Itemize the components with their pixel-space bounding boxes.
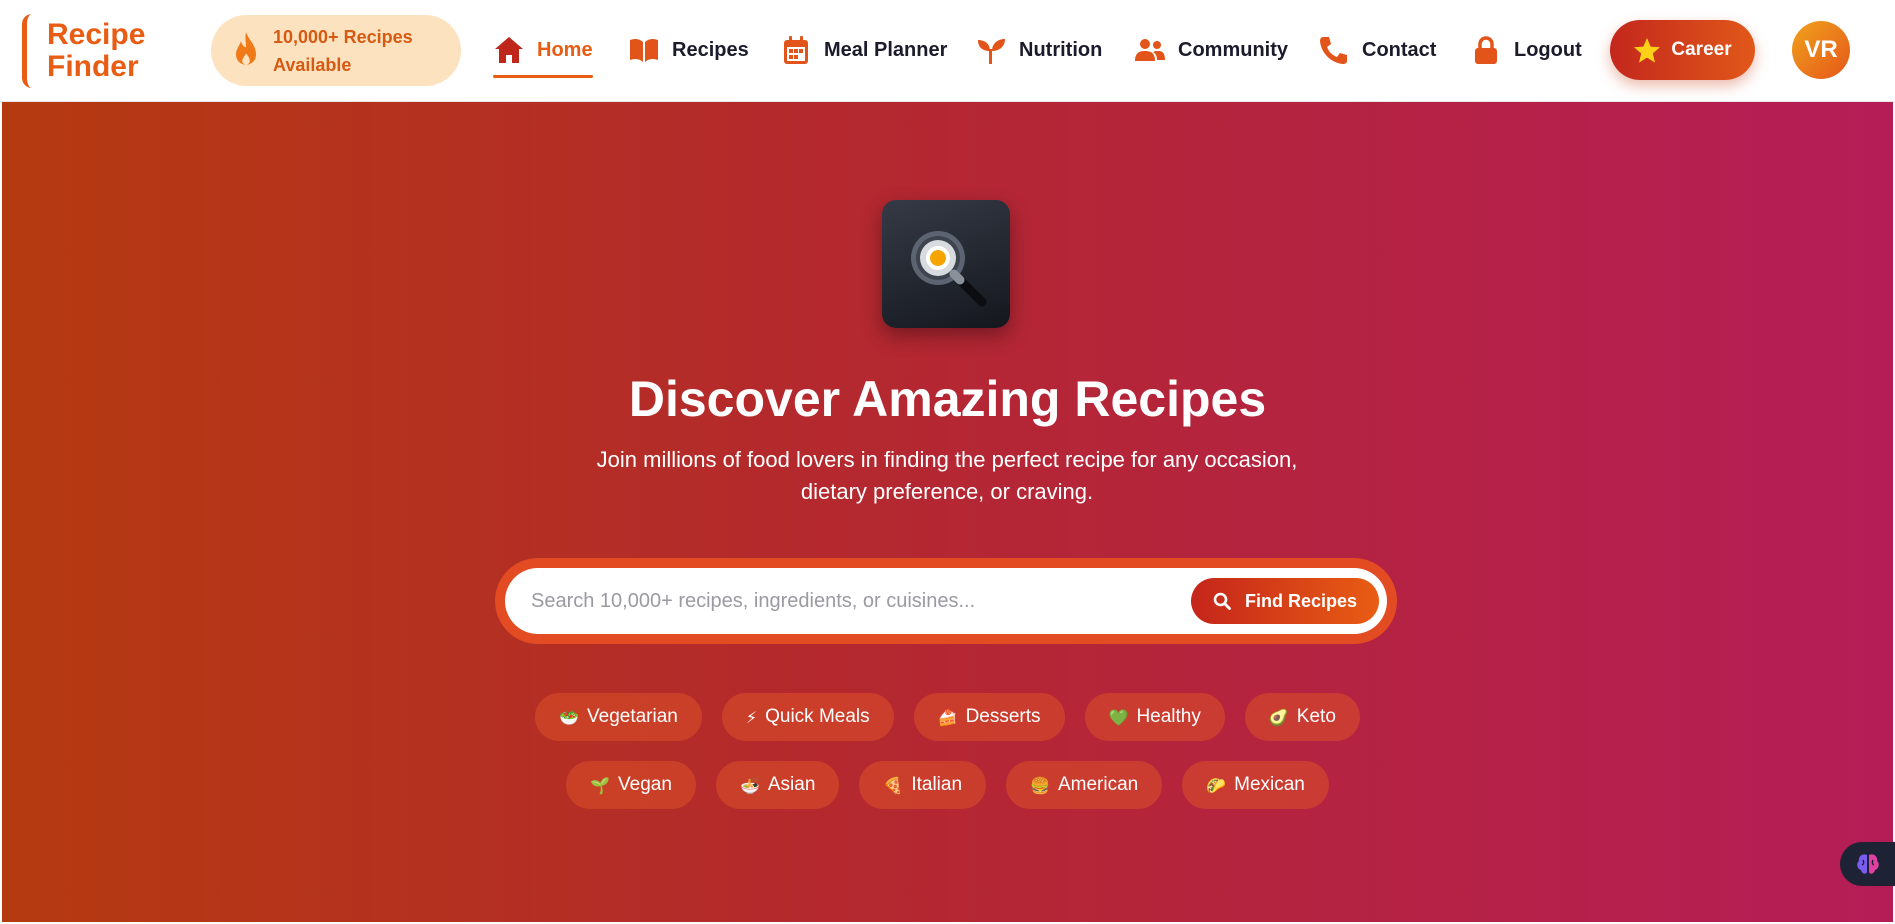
seedling-icon <box>975 34 1007 66</box>
tag-label: Healthy <box>1136 706 1201 727</box>
cake-icon: 🍰 <box>937 707 958 727</box>
nav-item-meal-planner[interactable]: Meal Planner <box>780 30 947 70</box>
search-input[interactable] <box>531 581 1171 621</box>
tag-label: Desserts <box>965 706 1041 727</box>
users-icon <box>1134 34 1166 66</box>
tag-keto[interactable]: 🥑 Keto <box>1244 693 1360 741</box>
tag-label: Vegetarian <box>587 706 678 727</box>
hero-subtitle-line-1: Join millions of food lovers in finding … <box>596 447 1298 472</box>
assistant-floating-button[interactable] <box>1840 842 1895 886</box>
frying-pan-search-icon <box>882 200 1010 328</box>
nav-item-recipes[interactable]: Recipes <box>628 30 749 70</box>
nav-label-contact: Contact <box>1362 38 1437 61</box>
tag-row-2: 🌱 Vegan 🍜 Asian 🍕 Italian 🍔 American 🌮 M… <box>2 761 1893 809</box>
tag-label: American <box>1057 774 1139 795</box>
nav-label-meal-planner: Meal Planner <box>824 38 948 61</box>
nav-item-contact[interactable]: Contact <box>1318 30 1436 70</box>
home-icon <box>493 34 525 66</box>
nav-label-community: Community <box>1178 38 1288 61</box>
seedling-icon: 🌱 <box>590 775 611 795</box>
pizza-icon: 🍕 <box>883 775 904 795</box>
lightning-icon: ⚡ <box>745 707 758 727</box>
avatar[interactable]: VR <box>1792 21 1850 79</box>
tag-row-1: 🥗 Vegetarian ⚡ Quick Meals 🍰 Desserts 💚 … <box>2 693 1893 741</box>
avocado-icon: 🥑 <box>1268 707 1289 727</box>
career-button[interactable]: Career <box>1610 20 1755 80</box>
tag-vegetarian[interactable]: 🥗 Vegetarian <box>535 693 702 741</box>
nav-label-logout: Logout <box>1514 38 1582 61</box>
tag-asian[interactable]: 🍜 Asian <box>715 761 840 809</box>
nav-label-home: Home <box>537 38 593 61</box>
career-label: Career <box>1671 39 1732 60</box>
tag-healthy[interactable]: 💚 Healthy <box>1084 693 1225 741</box>
hero-subtitle: Join millions of food lovers in finding … <box>562 444 1332 508</box>
noodles-icon: 🍜 <box>739 775 760 795</box>
book-icon <box>628 34 660 66</box>
tag-label: Italian <box>911 774 963 795</box>
nav-item-logout[interactable]: Logout <box>1470 30 1582 70</box>
star-icon <box>1634 37 1661 63</box>
hero-subtitle-line-2: dietary preference, or craving. <box>800 479 1094 504</box>
tag-american[interactable]: 🍔 American <box>1006 761 1163 809</box>
tag-label: Keto <box>1296 706 1336 727</box>
burger-icon: 🍔 <box>1030 775 1050 795</box>
tag-vegan[interactable]: 🌱 Vegan <box>566 761 696 809</box>
salad-icon: 🥗 <box>559 707 580 727</box>
nav-label-nutrition: Nutrition <box>1019 38 1103 61</box>
hero-title: Discover Amazing Recipes <box>628 371 1267 427</box>
tag-desserts[interactable]: 🍰 Desserts <box>913 693 1065 741</box>
top-navbar: Recipe Finder 10,000+ Recipes Available … <box>0 0 1895 102</box>
green-heart-icon: 💚 <box>1108 707 1129 727</box>
search-box: Find Recipes <box>505 568 1387 634</box>
tag-label: Quick Meals <box>765 706 870 727</box>
find-recipes-button[interactable]: Find Recipes <box>1191 578 1379 624</box>
nav-item-home[interactable]: Home <box>493 30 593 78</box>
tag-label: Vegan <box>618 774 672 795</box>
search-bar: Find Recipes <box>495 558 1397 644</box>
tag-quick-meals[interactable]: ⚡ Quick Meals <box>721 693 894 741</box>
calendar-icon <box>780 34 812 66</box>
tag-mexican[interactable]: 🌮 Mexican <box>1182 761 1329 809</box>
search-icon <box>1213 592 1231 610</box>
taco-icon: 🌮 <box>1206 775 1227 795</box>
nav-item-nutrition[interactable]: Nutrition <box>975 30 1102 70</box>
tag-label: Mexican <box>1234 774 1305 795</box>
tag-label: Asian <box>767 774 816 795</box>
tag-italian[interactable]: 🍕 Italian <box>859 761 987 809</box>
nav-item-community[interactable]: Community <box>1134 30 1288 70</box>
hero-section: Discover Amazing Recipes Join millions o… <box>2 102 1893 922</box>
phone-icon <box>1318 34 1350 66</box>
find-recipes-label: Find Recipes <box>1244 590 1358 611</box>
brain-icon <box>1856 854 1879 874</box>
nav-label-recipes: Recipes <box>672 38 749 61</box>
lock-icon <box>1470 34 1502 66</box>
avatar-initials: VR <box>1804 36 1838 63</box>
